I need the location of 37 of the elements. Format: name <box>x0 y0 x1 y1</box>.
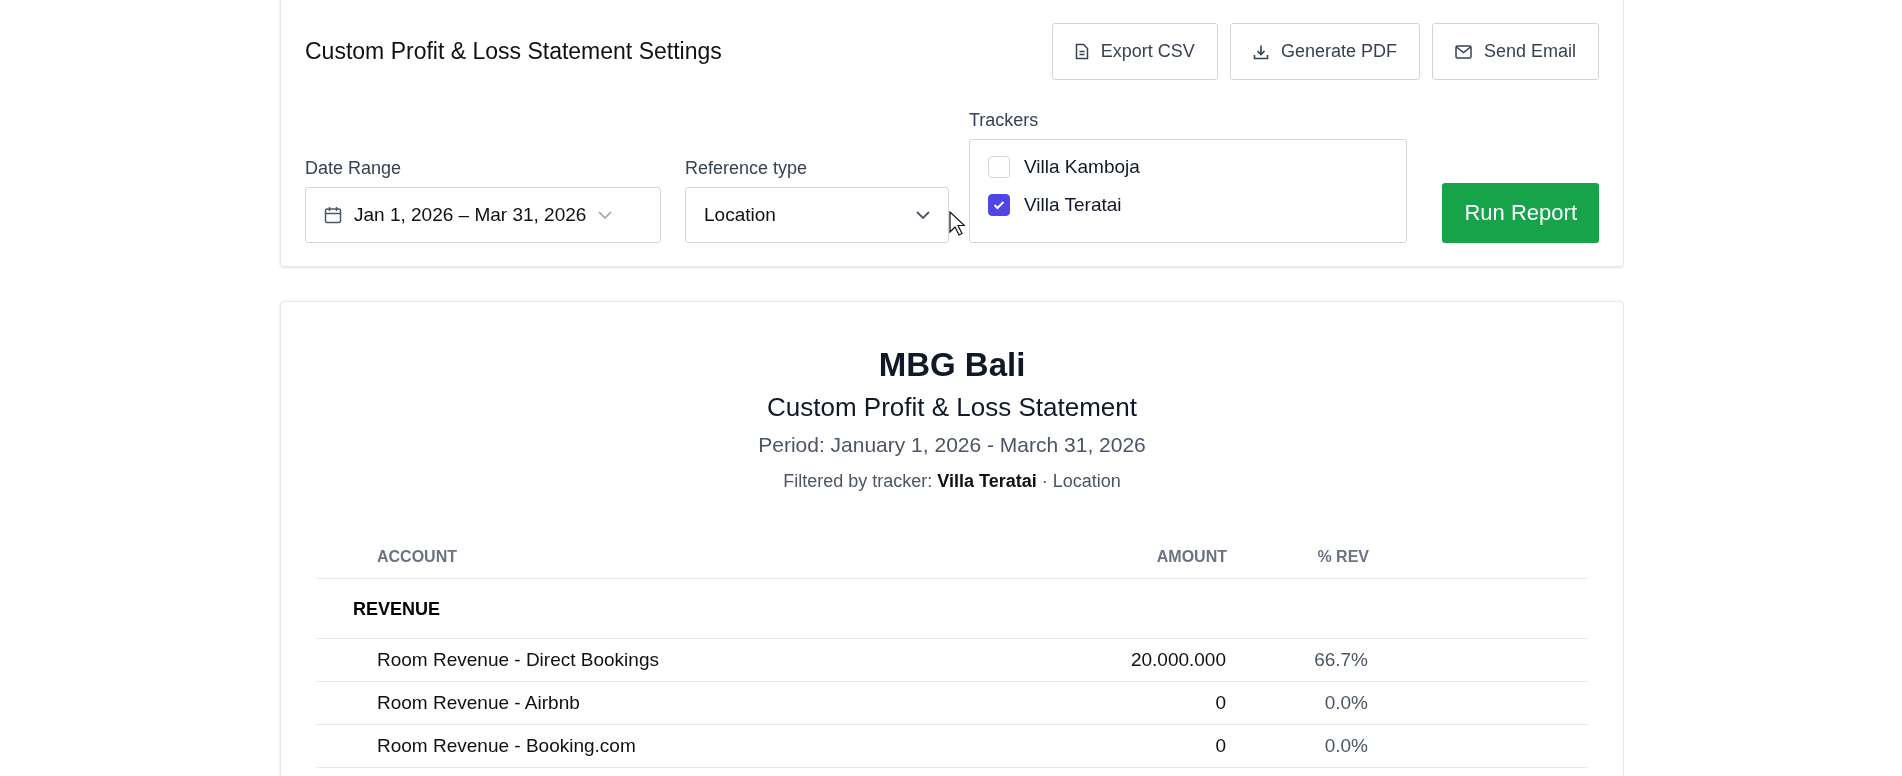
checkbox[interactable] <box>988 194 1010 216</box>
table-cell: Room Revenue - Direct Bookings <box>317 638 1005 682</box>
calendar-icon <box>324 206 342 224</box>
mail-icon <box>1454 44 1472 59</box>
company-name: MBG Bali <box>877 346 1027 384</box>
report-period: Period: January 1, 2026 - March 31, 2026 <box>757 433 1147 457</box>
column-header: AMOUNT <box>1005 540 1227 579</box>
table-cell: 20.000.000 <box>1005 638 1227 682</box>
settings-title: Custom Profit & Loss Statement Settings <box>305 38 722 65</box>
action-button[interactable]: Generate PDF <box>1229 23 1420 80</box>
reference-type-select[interactable]: Location <box>685 187 949 243</box>
download-icon <box>1252 43 1269 60</box>
filter-description: Filtered by tracker: Villa Teratai · Location <box>782 471 1122 492</box>
action-button[interactable]: Send Email <box>1431 23 1599 80</box>
action-button[interactable]: Export CSV <box>1051 23 1218 80</box>
checkbox-label: Villa Teratai <box>1024 194 1122 216</box>
table-cell: 66.7% <box>1227 638 1369 682</box>
chevron-down-icon <box>916 211 930 219</box>
report-title: Custom Profit & Loss Statement <box>766 392 1138 423</box>
field-label: Reference type <box>685 158 809 179</box>
table-cell: 0 <box>1005 681 1227 725</box>
column-header: ACCOUNT <box>317 540 1005 579</box>
table-cell: 0.0% <box>1227 681 1369 725</box>
table-cell: Room Revenue - Booking.com <box>317 724 1005 768</box>
checkbox-label: Villa Kamboja <box>1024 156 1140 178</box>
table-cell: 0.0% <box>1227 724 1369 768</box>
field-label: Trackers <box>969 110 1040 131</box>
check-icon <box>993 200 1005 210</box>
column-header: % REV <box>1227 540 1369 579</box>
field-label: Date Range <box>305 158 403 179</box>
date-range-picker[interactable]: Jan 1, 2026 – Mar 31, 2026 <box>305 187 661 243</box>
table-cell: 0 <box>1005 724 1227 768</box>
mouse-pointer-icon <box>949 211 965 237</box>
document-icon <box>1074 43 1089 60</box>
chevron-down-icon <box>598 211 613 219</box>
table-cell: Room Revenue - Airbnb <box>317 681 1005 725</box>
section-heading: REVENUE <box>353 599 441 619</box>
